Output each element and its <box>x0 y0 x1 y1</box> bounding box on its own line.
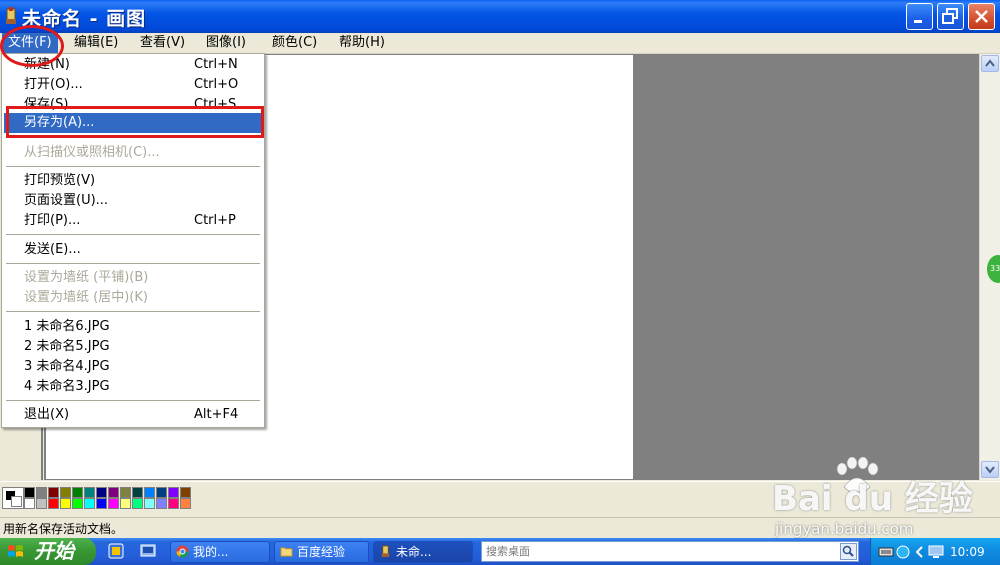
palette-swatch[interactable] <box>48 487 59 498</box>
palette-swatch[interactable] <box>24 498 35 509</box>
baidu-watermark: Bai du 经验 <box>772 479 973 519</box>
palette-swatch[interactable] <box>156 498 167 509</box>
menu-colors[interactable]: 颜色(C) <box>266 33 323 53</box>
search-button[interactable] <box>840 543 857 560</box>
task-browser[interactable]: 我的... <box>170 541 270 563</box>
palette-swatch[interactable] <box>72 487 83 498</box>
minimize-button[interactable] <box>906 3 933 30</box>
search-icon <box>842 545 854 557</box>
palette-swatch[interactable] <box>120 487 131 498</box>
annotation-circle <box>0 25 64 67</box>
menu-separator <box>6 234 260 235</box>
status-text: 用新名保存活动文档。 <box>3 522 124 536</box>
palette-swatch[interactable] <box>48 498 59 509</box>
menu-separator <box>6 400 260 401</box>
task-paint-label: 未命... <box>396 545 432 559</box>
menu-help[interactable]: 帮助(H) <box>333 33 391 53</box>
title-bar[interactable] <box>0 0 1000 33</box>
palette-swatch[interactable] <box>108 498 119 509</box>
keyboard-icon[interactable] <box>878 545 894 559</box>
menu-separator <box>6 311 260 312</box>
menu-open[interactable]: 打开(O)... Ctrl+O <box>4 75 262 95</box>
windows-logo-icon <box>8 545 23 557</box>
palette-swatch[interactable] <box>168 498 179 509</box>
clock[interactable]: 10:09 <box>950 545 985 559</box>
palette-swatch[interactable] <box>132 498 143 509</box>
menu-image[interactable]: 图像(I) <box>200 33 252 53</box>
watermark-url: jingyan.baidu.com <box>775 520 914 538</box>
network-icon[interactable] <box>896 544 910 560</box>
palette-swatch[interactable] <box>24 487 35 498</box>
current-colors[interactable] <box>2 487 24 509</box>
palette-swatch[interactable] <box>96 498 107 509</box>
close-icon <box>975 10 988 23</box>
menu-recent-2[interactable]: 2 未命名5.JPG <box>4 337 262 357</box>
quicklaunch-app-icon[interactable] <box>106 542 126 560</box>
annotation-box <box>6 106 264 138</box>
desktop-search-input[interactable]: 搜索桌面 <box>481 541 859 562</box>
tray-arrow-icon[interactable] <box>914 544 926 560</box>
palette-swatch[interactable] <box>168 487 179 498</box>
palette-swatch[interactable] <box>84 498 95 509</box>
minimize-icon <box>914 20 922 23</box>
palette-swatch[interactable] <box>132 487 143 498</box>
palette-swatch[interactable] <box>144 498 155 509</box>
palette-swatch[interactable] <box>120 498 131 509</box>
task-folder-label: 百度经验 <box>297 545 346 559</box>
show-desktop-icon[interactable] <box>138 542 158 560</box>
palette-swatch[interactable] <box>60 498 71 509</box>
menu-from-scanner: 从扫描仪或照相机(C)... <box>24 145 160 160</box>
menu-edit[interactable]: 编辑(E) <box>68 33 124 53</box>
menu-recent-4[interactable]: 4 未命名3.JPG <box>4 377 262 397</box>
palette-swatch[interactable] <box>180 487 191 498</box>
task-folder[interactable]: 百度经验 <box>274 541 369 563</box>
palette-swatch[interactable] <box>60 487 71 498</box>
paint-app-icon[interactable] <box>3 7 19 25</box>
menu-print[interactable]: 打印(P)... Ctrl+P <box>4 211 262 231</box>
menu-print-preview[interactable]: 打印预览(V) <box>4 171 262 191</box>
start-label: 开始 <box>34 539 74 563</box>
task-paint[interactable]: 未命... <box>373 541 473 563</box>
menu-send[interactable]: 发送(E)... <box>4 240 262 260</box>
menu-view[interactable]: 查看(V) <box>134 33 191 53</box>
start-button[interactable]: 开始 <box>0 538 96 565</box>
menu-wallpaper-center: 设置为墙纸 (居中)(K) <box>24 290 148 305</box>
palette-swatch[interactable] <box>36 498 47 509</box>
menu-separator <box>6 263 260 264</box>
palette-swatch[interactable] <box>36 487 47 498</box>
folder-icon <box>280 547 293 557</box>
menu-page-setup[interactable]: 页面设置(U)... <box>4 191 262 211</box>
scroll-down-button[interactable] <box>981 461 999 478</box>
paint-icon <box>381 545 390 558</box>
palette-swatch[interactable] <box>108 487 119 498</box>
palette-swatch[interactable] <box>84 487 95 498</box>
palette-swatch[interactable] <box>96 487 107 498</box>
menu-recent-3[interactable]: 3 未命名4.JPG <box>4 357 262 377</box>
palette-swatch[interactable] <box>144 487 155 498</box>
menu-wallpaper-tile: 设置为墙纸 (平铺)(B) <box>24 270 149 285</box>
palette-swatch[interactable] <box>180 498 191 509</box>
menu-separator <box>6 166 260 167</box>
menu-recent-1[interactable]: 1 未命名6.JPG <box>4 317 262 337</box>
arrow-up-icon <box>985 59 995 67</box>
arrow-down-icon <box>985 466 995 474</box>
chrome-icon <box>176 545 189 558</box>
restore-icon <box>942 8 958 24</box>
monitor-icon[interactable] <box>928 545 944 559</box>
close-button[interactable] <box>968 3 995 30</box>
menu-exit[interactable]: 退出(X) Alt+F4 <box>4 405 262 425</box>
palette-swatch[interactable] <box>72 498 83 509</box>
scroll-up-button[interactable] <box>981 55 999 72</box>
maximize-button[interactable] <box>937 3 964 30</box>
palette-swatch[interactable] <box>156 487 167 498</box>
task-browser-label: 我的... <box>193 545 229 559</box>
